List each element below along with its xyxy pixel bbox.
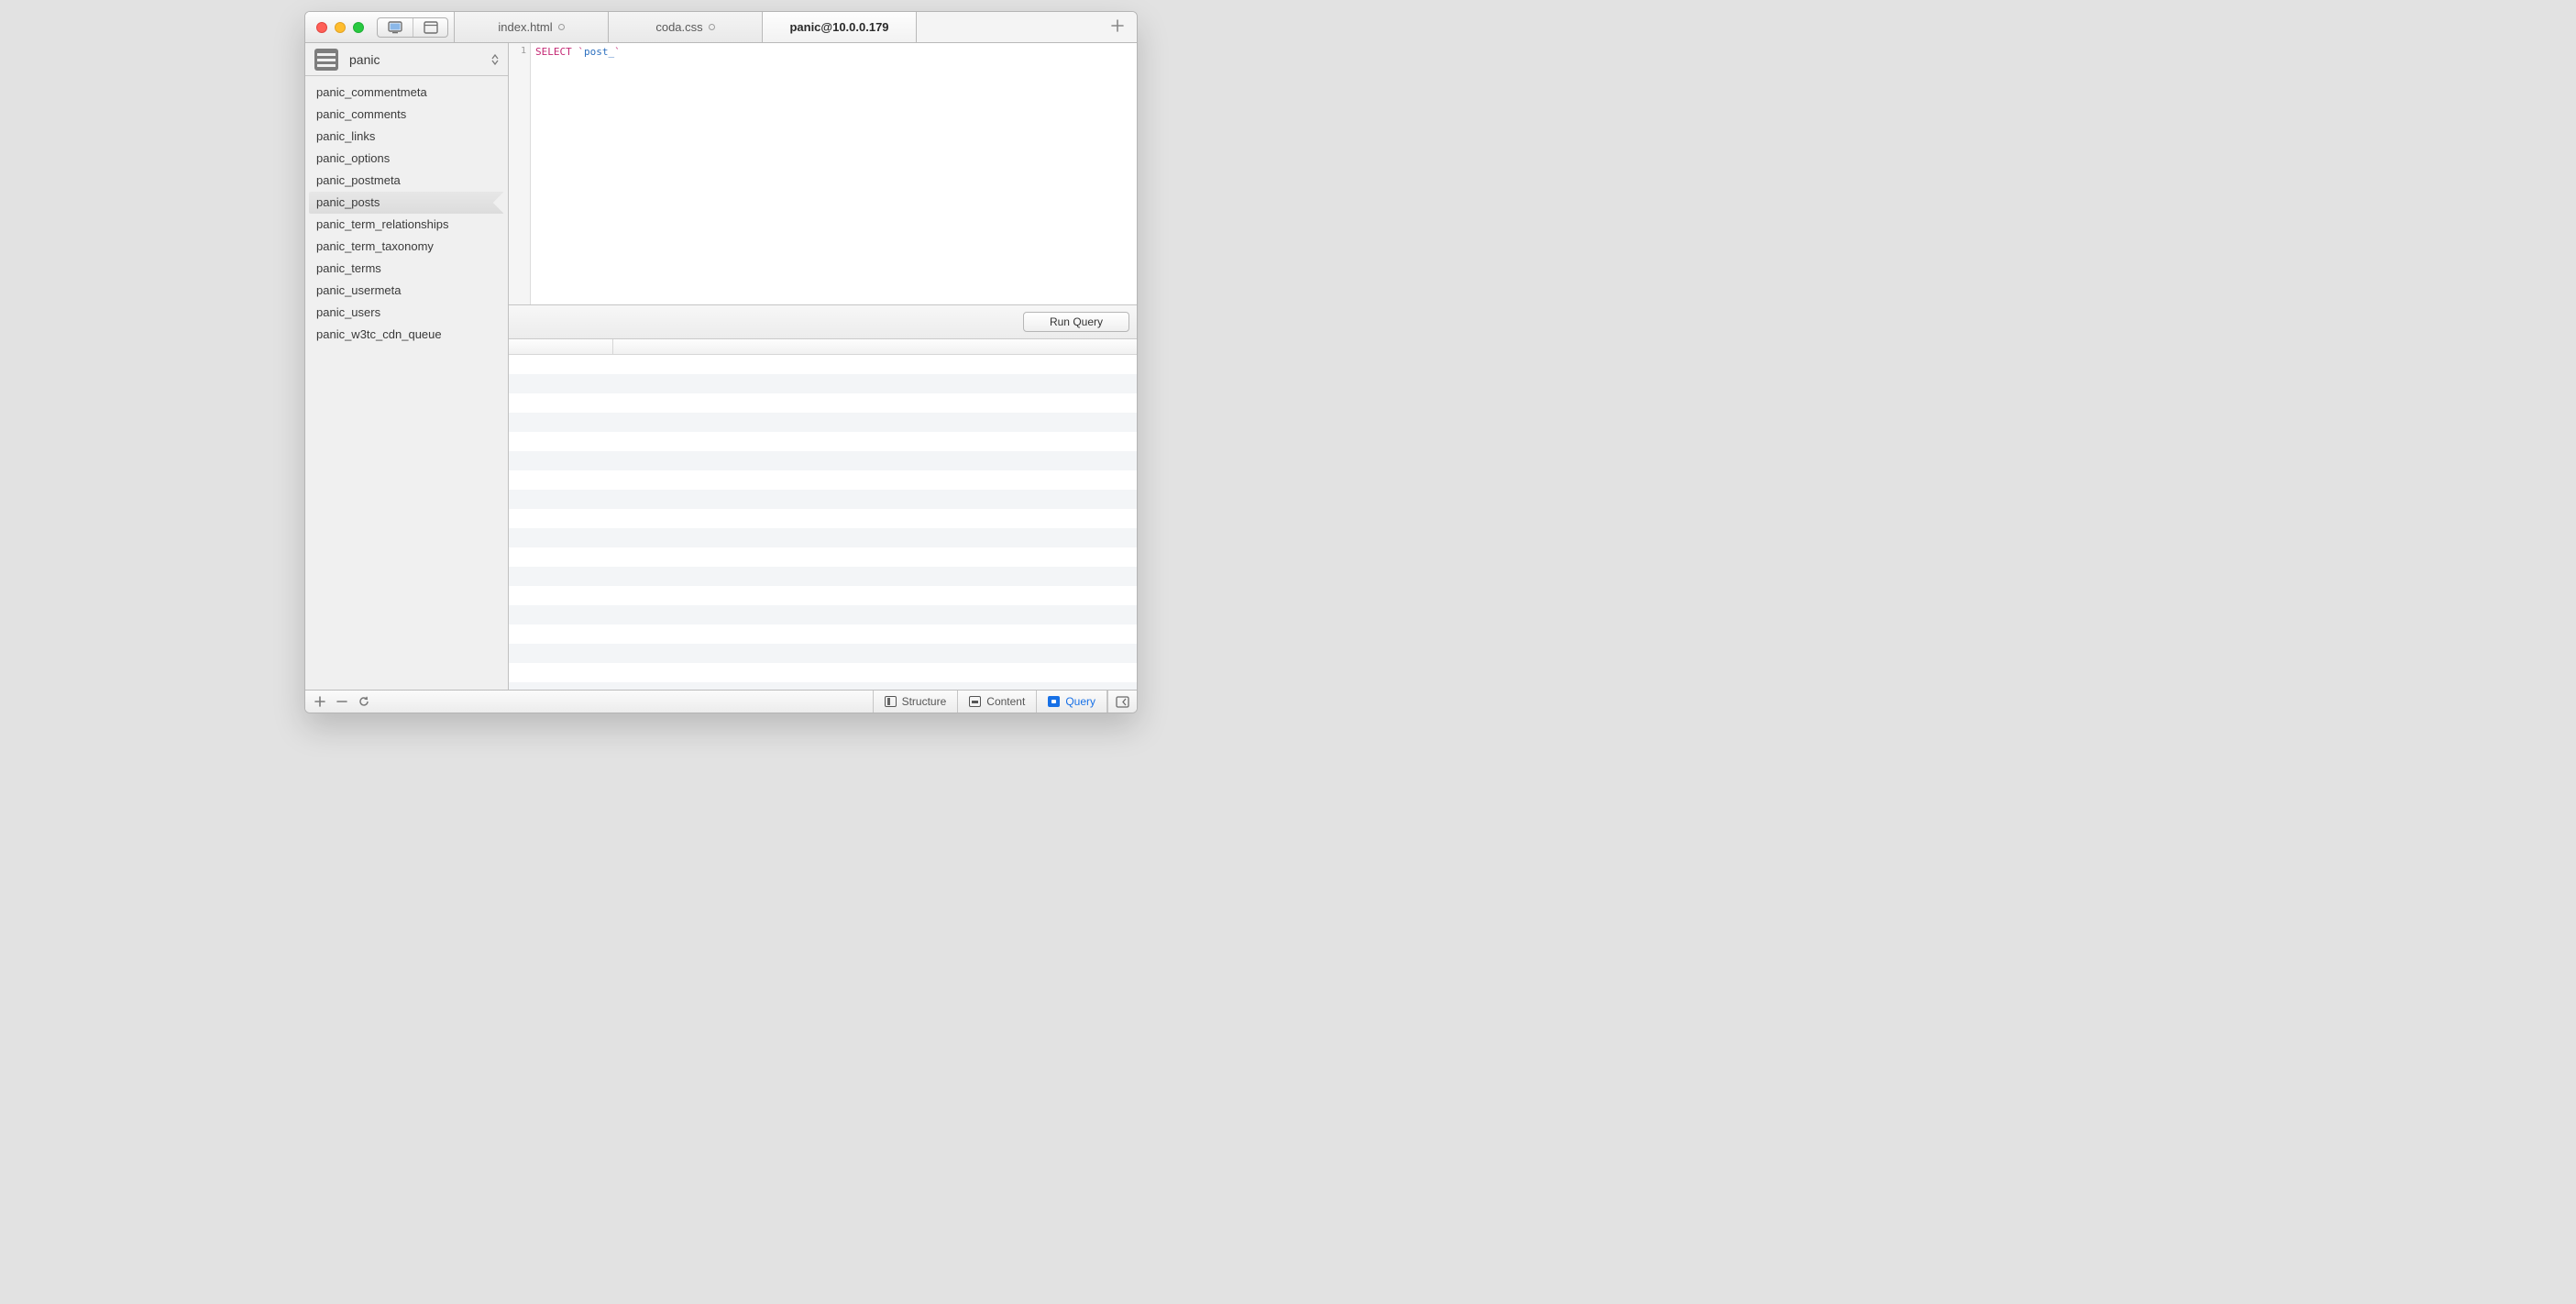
content-tab[interactable]: Content <box>958 691 1037 713</box>
result-row[interactable] <box>509 490 1137 509</box>
sql-identifier: post_ <box>584 46 614 58</box>
files-mode-button[interactable] <box>413 18 447 37</box>
main-area: 1 SELECT `post_` Run Query <box>509 43 1137 690</box>
stepper-icon <box>491 54 499 65</box>
result-row[interactable] <box>509 432 1137 451</box>
table-item[interactable]: panic_postmeta <box>309 170 504 192</box>
result-row[interactable] <box>509 470 1137 490</box>
result-row[interactable] <box>509 528 1137 547</box>
result-row[interactable] <box>509 451 1137 470</box>
result-row[interactable] <box>509 374 1137 393</box>
query-tab[interactable]: Query <box>1037 691 1107 713</box>
sql-punct: ` <box>614 46 621 58</box>
tab-label: Structure <box>902 695 947 708</box>
content-icon <box>969 696 981 707</box>
results-header <box>509 339 1137 355</box>
database-icon <box>314 49 338 71</box>
run-bar: Run Query <box>509 305 1137 339</box>
sidebar: panic panic_commentmeta panic_comments p… <box>305 43 509 690</box>
structure-tab[interactable]: Structure <box>874 691 959 713</box>
table-item[interactable]: panic_users <box>309 302 504 324</box>
panel-toggle-icon <box>1116 696 1129 708</box>
line-gutter: 1 <box>509 43 531 304</box>
result-row[interactable] <box>509 413 1137 432</box>
traffic-lights <box>305 12 375 42</box>
results-pane <box>509 339 1137 690</box>
run-query-button[interactable]: Run Query <box>1023 312 1129 332</box>
sql-punct: ` <box>572 46 584 58</box>
toggle-panel-button[interactable] <box>1107 691 1137 713</box>
titlebar-left <box>305 12 455 42</box>
result-row[interactable] <box>509 567 1137 586</box>
tab-label: Content <box>986 695 1025 708</box>
result-row[interactable] <box>509 586 1137 605</box>
result-row[interactable] <box>509 682 1137 690</box>
database-selector[interactable]: panic <box>305 43 508 76</box>
footer-view-tabs: Structure Content Query <box>873 691 1107 713</box>
result-row[interactable] <box>509 509 1137 528</box>
tab-coda-css[interactable]: coda.css <box>609 12 763 42</box>
tab-bar: index.html coda.css panic@10.0.0.179 <box>455 12 1137 42</box>
result-row[interactable] <box>509 355 1137 374</box>
result-row[interactable] <box>509 547 1137 567</box>
column-header[interactable] <box>509 339 613 354</box>
query-icon <box>1048 696 1060 707</box>
plus-icon <box>314 696 325 707</box>
table-list: panic_commentmeta panic_comments panic_l… <box>305 76 508 690</box>
remove-button[interactable] <box>336 696 347 707</box>
tab-label: Query <box>1065 695 1095 708</box>
plus-icon <box>1111 19 1124 32</box>
preview-mode-button[interactable] <box>378 18 413 37</box>
table-item[interactable]: panic_w3tc_cdn_queue <box>309 324 504 346</box>
database-name: panic <box>349 52 480 67</box>
table-item[interactable]: panic_terms <box>309 258 504 280</box>
refresh-icon <box>358 696 369 707</box>
tab-index-html[interactable]: index.html <box>455 12 609 42</box>
close-window-button[interactable] <box>316 22 327 33</box>
table-item[interactable]: panic_term_relationships <box>309 214 504 236</box>
add-button[interactable] <box>314 696 325 707</box>
unsaved-indicator-icon <box>558 24 565 30</box>
display-icon <box>388 21 402 34</box>
result-row[interactable] <box>509 393 1137 413</box>
table-item[interactable]: panic_options <box>309 148 504 170</box>
table-item[interactable]: panic_usermeta <box>309 280 504 302</box>
query-editor: 1 SELECT `post_` <box>509 43 1137 305</box>
refresh-button[interactable] <box>358 696 369 707</box>
tab-label: coda.css <box>655 20 702 34</box>
footer-left <box>305 696 379 707</box>
titlebar: index.html coda.css panic@10.0.0.179 <box>305 12 1137 43</box>
table-item[interactable]: panic_links <box>309 126 504 148</box>
footer: Structure Content Query <box>305 690 1137 713</box>
table-item-selected[interactable]: panic_posts <box>309 192 504 214</box>
result-row[interactable] <box>509 605 1137 624</box>
structure-icon <box>885 696 897 707</box>
result-row[interactable] <box>509 624 1137 644</box>
results-rows[interactable] <box>509 355 1137 690</box>
view-mode-group <box>377 17 448 38</box>
result-row[interactable] <box>509 644 1137 663</box>
body: panic panic_commentmeta panic_comments p… <box>305 43 1137 690</box>
table-item[interactable]: panic_comments <box>309 104 504 126</box>
minimize-window-button[interactable] <box>335 22 346 33</box>
code-input[interactable]: SELECT `post_` <box>531 43 1137 304</box>
result-row[interactable] <box>509 663 1137 682</box>
tab-label: index.html <box>498 20 552 34</box>
table-item[interactable]: panic_term_taxonomy <box>309 236 504 258</box>
tab-panic-db[interactable]: panic@10.0.0.179 <box>763 12 917 42</box>
zoom-window-button[interactable] <box>353 22 364 33</box>
tab-bar-trailing <box>917 12 1137 42</box>
line-number: 1 <box>509 46 526 56</box>
new-tab-button[interactable] <box>1111 19 1124 35</box>
tab-label: panic@10.0.0.179 <box>789 20 888 34</box>
sql-keyword: SELECT <box>535 46 572 58</box>
minus-icon <box>336 696 347 707</box>
window-icon <box>424 21 438 34</box>
app-window: index.html coda.css panic@10.0.0.179 <box>304 11 1138 713</box>
unsaved-indicator-icon <box>709 24 715 30</box>
table-item[interactable]: panic_commentmeta <box>309 82 504 104</box>
